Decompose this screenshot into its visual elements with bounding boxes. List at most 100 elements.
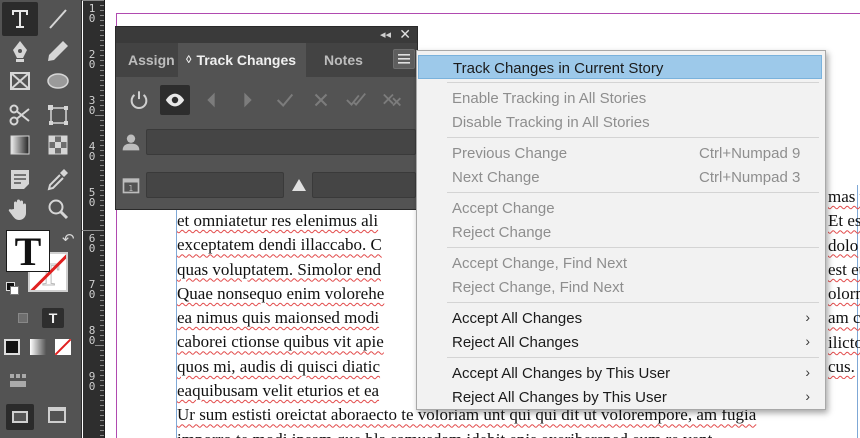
ruler-tick — [82, 0, 104, 1]
hand-tool[interactable] — [2, 192, 38, 226]
tab-notes[interactable]: Notes — [316, 43, 371, 77]
apply-gradient-button[interactable] — [30, 339, 46, 355]
next-change-button[interactable] — [233, 85, 263, 115]
ruler-tick — [100, 365, 104, 366]
menu-item-reject-change[interactable]: Reject Change — [418, 220, 822, 244]
story-line-fragment: am c — [828, 306, 860, 330]
screen-mode-button[interactable] — [48, 407, 66, 423]
ruler-tick — [100, 245, 104, 246]
scissors-tool[interactable] — [2, 98, 38, 132]
ruler-tick — [100, 140, 104, 141]
ruler-tick — [100, 430, 104, 431]
submenu-arrow-icon: › — [805, 388, 810, 404]
ruler-tick — [100, 155, 104, 156]
ruler-tick — [100, 75, 104, 76]
menu-item-label: Accept Change, Find Next — [452, 255, 628, 272]
menu-item-shortcut: Ctrl+Numpad 9 — [699, 145, 801, 162]
ruler-tick — [100, 90, 104, 91]
change-size-field[interactable] — [312, 172, 416, 198]
note-tool[interactable] — [2, 162, 38, 196]
panel-menu-button[interactable] — [393, 49, 415, 69]
accept-all-changes-button[interactable] — [342, 85, 372, 115]
ruler-tick — [100, 375, 104, 376]
enable-tracking-button[interactable] — [124, 85, 154, 115]
menu-item-accept-change-find-next[interactable]: Accept Change, Find Next — [418, 251, 822, 275]
view-mode-icon[interactable] — [10, 374, 28, 388]
ruler-tick — [100, 240, 104, 241]
menu-item-accept-all-changes-by-this-user[interactable]: Accept All Changes by This User › — [418, 361, 822, 385]
gradient-feather-tool[interactable] — [40, 128, 76, 162]
ellipse-tool[interactable] — [40, 64, 76, 98]
formatting-affects-text-button[interactable]: T — [42, 308, 64, 328]
free-transform-tool[interactable] — [40, 98, 76, 132]
tab-track-changes[interactable]: ◊ Track Changes — [178, 43, 306, 77]
normal-view-button[interactable] — [6, 404, 34, 430]
ruler-tick — [100, 35, 104, 36]
ruler-tick — [100, 305, 104, 306]
eyedropper-tool[interactable] — [40, 162, 76, 196]
accept-change-button[interactable] — [270, 85, 300, 115]
reject-all-changes-button[interactable] — [378, 85, 408, 115]
gradient-swatch-tool[interactable] — [2, 128, 38, 162]
eyedropper-tool-icon — [47, 169, 68, 191]
menu-item-next-change[interactable]: Next Change Ctrl+Numpad 3 — [418, 165, 822, 189]
hand-tool-icon — [8, 199, 26, 220]
menu-item-label: Disable Tracking in All Stories — [452, 114, 650, 131]
line-tool[interactable] — [40, 2, 76, 36]
ruler-tick — [100, 150, 104, 151]
story-line-text: Quae nonsequo enim volorehe — [177, 283, 385, 303]
fill-swatch[interactable]: T — [6, 229, 50, 274]
ruler-tick — [100, 105, 104, 106]
ruler-label: 2 0 — [88, 48, 96, 71]
previous-change-button[interactable] — [196, 85, 226, 115]
ruler-tick — [100, 55, 104, 56]
ruler-tick — [100, 220, 104, 221]
menu-item-accept-change[interactable]: Accept Change — [418, 196, 822, 220]
menu-item-accept-all-changes[interactable]: Accept All Changes › — [418, 306, 822, 330]
pen-tool-icon — [13, 41, 27, 62]
show-changes-button[interactable] — [160, 85, 190, 115]
reject-change-button[interactable] — [306, 85, 336, 115]
ruler-tick — [82, 230, 104, 231]
rectangle-frame-tool[interactable] — [2, 64, 38, 98]
ruler-tick — [100, 265, 104, 266]
menu-item-disable-tracking-in-all-stories[interactable]: Disable Tracking in All Stories — [418, 110, 822, 134]
menu-item-enable-tracking-in-all-stories[interactable]: Enable Tracking in All Stories — [418, 86, 822, 110]
eye-icon — [165, 93, 185, 107]
accept-change-icon — [276, 93, 294, 107]
date-field[interactable] — [146, 172, 284, 198]
menu-item-reject-change-find-next[interactable]: Reject Change, Find Next — [418, 275, 822, 299]
ruler-tick — [100, 170, 104, 171]
user-field[interactable] — [146, 129, 416, 155]
story-line-text: quas voluptatem. Simolor end — [177, 259, 381, 279]
panel-header[interactable]: ◂◂ ✕ — [116, 26, 417, 43]
format-text-glyph: T — [48, 310, 58, 326]
ruler-tick — [100, 355, 104, 356]
menu-item-reject-all-changes[interactable]: Reject All Changes › — [418, 330, 822, 354]
menu-item-track-changes-in-current-story[interactable]: Track Changes in Current Story — [418, 55, 822, 79]
vertical-ruler[interactable]: 1 0 2 0 3 0 4 0 5 0 6 0 7 0 8 0 9 0 — [82, 0, 105, 438]
story-line-fragment: est et — [828, 258, 860, 282]
previous-change-icon — [207, 92, 215, 108]
svg-text:1: 1 — [129, 184, 134, 193]
menu-item-previous-change[interactable]: Previous Change Ctrl+Numpad 9 — [418, 141, 822, 165]
apply-color-button[interactable] — [4, 339, 20, 355]
ruler-tick — [100, 385, 104, 386]
formatting-affects-container-icon[interactable] — [18, 313, 28, 323]
hamburger-icon — [398, 54, 410, 64]
tab-assign[interactable]: Assign — [124, 43, 179, 77]
menu-item-label: Reject All Changes by This User — [452, 389, 667, 406]
pencil-tool[interactable] — [40, 34, 76, 68]
story-line-fragment: mas v — [828, 185, 860, 209]
tab-label: Track Changes — [196, 52, 297, 68]
collapse-panel-icon[interactable]: ◂◂ — [380, 28, 391, 41]
close-icon[interactable]: ✕ — [399, 26, 411, 43]
zoom-tool[interactable] — [40, 192, 76, 226]
pen-tool[interactable] — [2, 34, 38, 68]
apply-none-button[interactable] — [55, 339, 71, 355]
ruler-tick — [100, 120, 104, 121]
default-fill-stroke-icon[interactable] — [6, 282, 20, 296]
menu-item-reject-all-changes-by-this-user[interactable]: Reject All Changes by This User › — [418, 385, 822, 409]
story-text-right-column[interactable]: mas v Et es dolo est et olorn am c ilicto cus. — [828, 185, 860, 379]
type-tool[interactable] — [2, 2, 38, 36]
